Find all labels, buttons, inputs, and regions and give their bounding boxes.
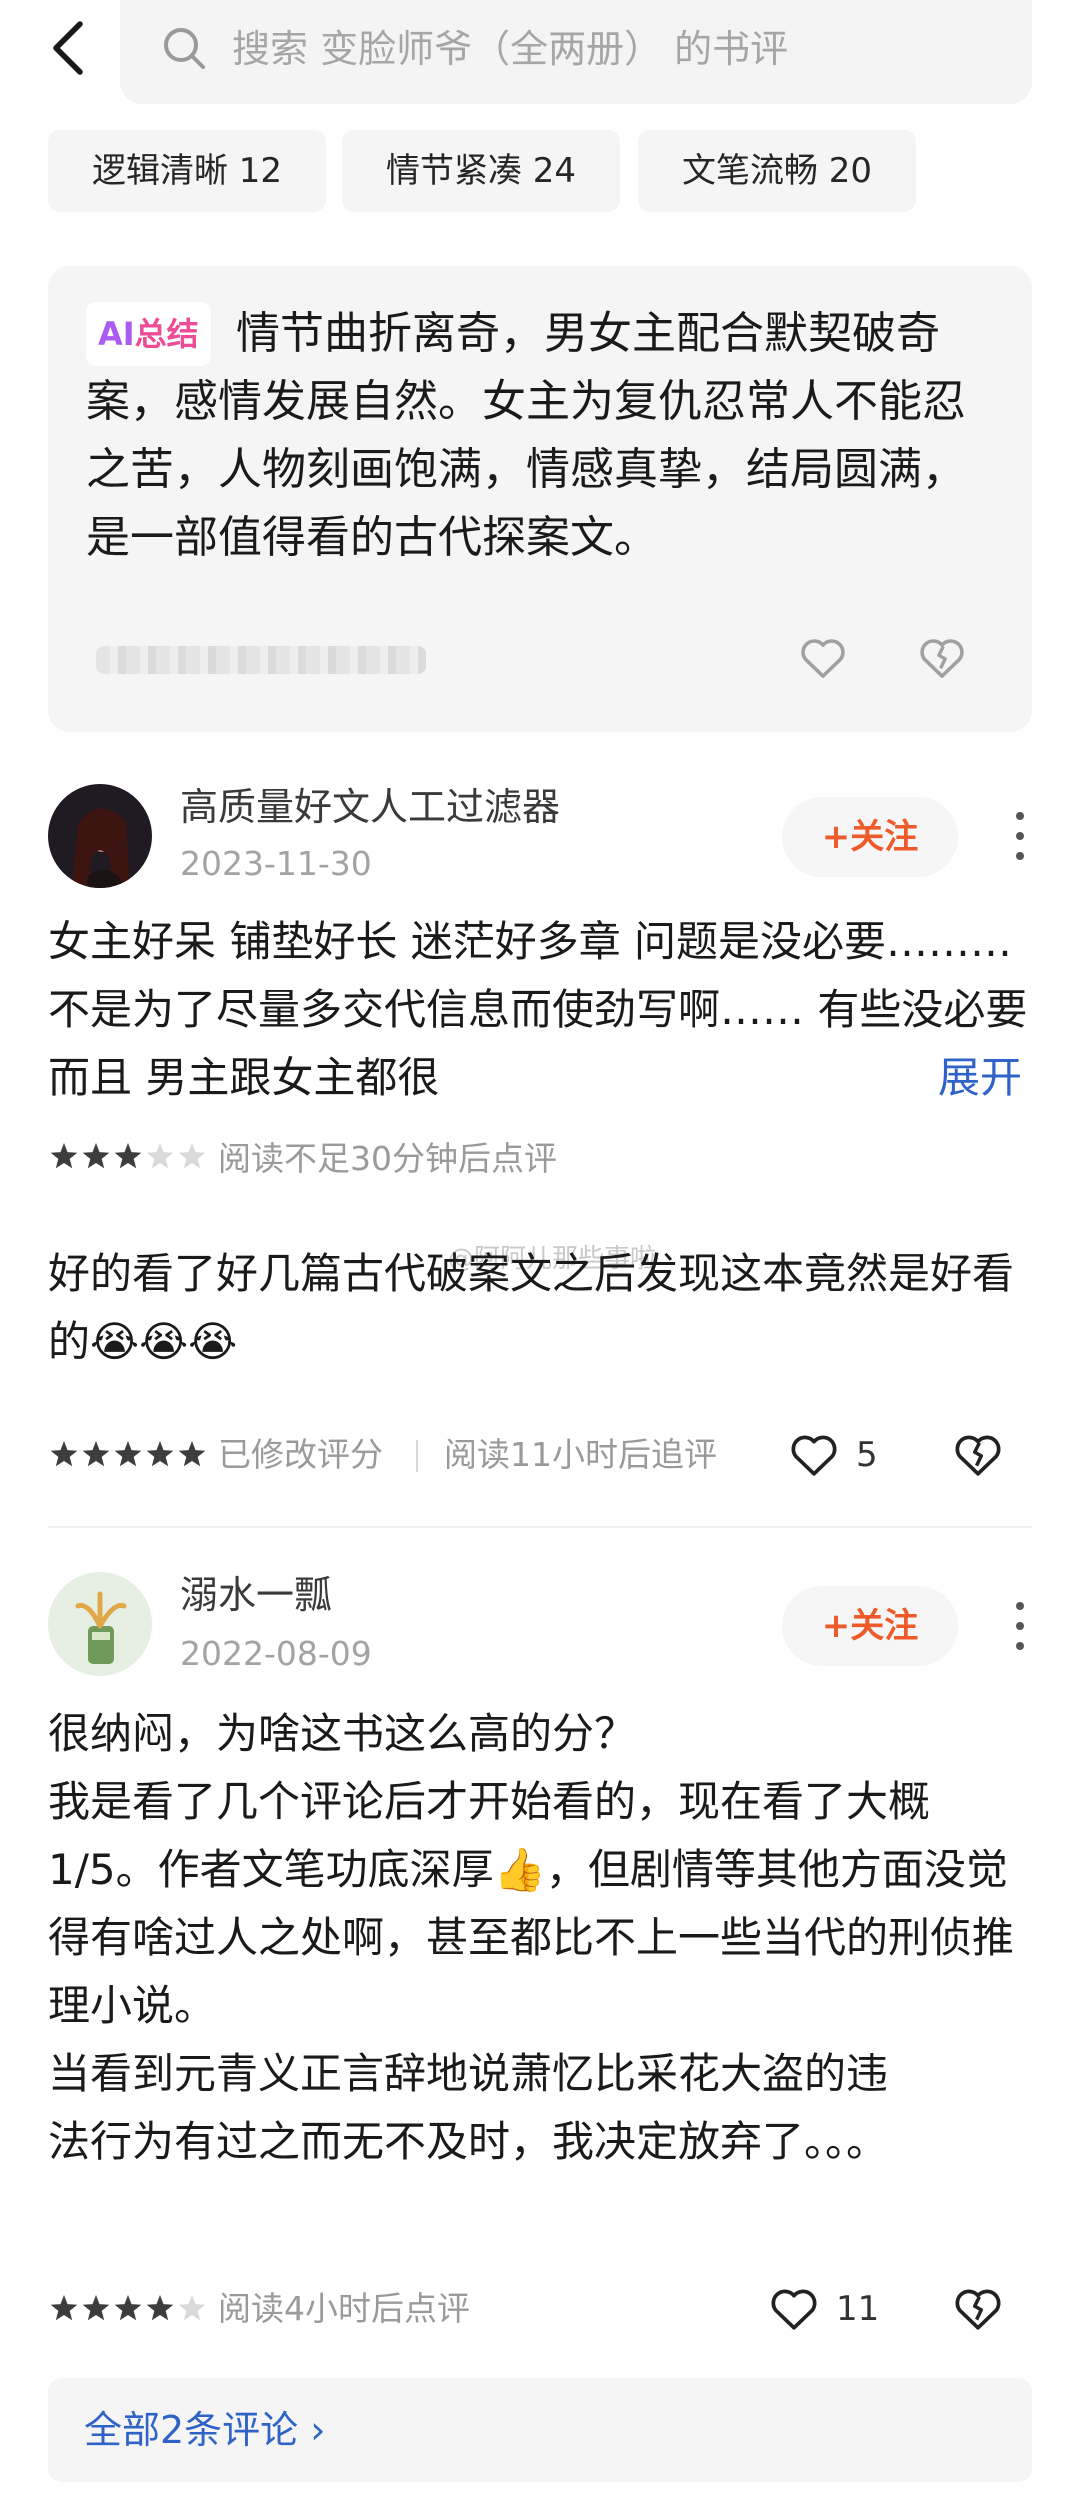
star-rating <box>48 2292 208 2330</box>
all-comments-label[interactable]: 全部2条评论 › <box>84 2404 325 2456</box>
crying-emoji: 😭😭😭 <box>90 1317 238 1366</box>
more-options-icon[interactable] <box>1010 806 1030 866</box>
search-icon <box>160 24 208 72</box>
star-filled-icon <box>50 2295 78 2321</box>
ai-dislike-broken-heart-icon[interactable] <box>914 630 970 684</box>
star-rating-icons <box>50 1143 206 1169</box>
star-filled-icon <box>146 2295 174 2321</box>
star-rating-icons <box>50 2295 206 2321</box>
followup-star-rating <box>48 1438 208 1476</box>
star-filled-icon <box>50 1143 78 1169</box>
ai-badge-summary: 总结 <box>134 315 199 353</box>
meta-divider <box>416 1440 418 1472</box>
review-username[interactable]: 溺水一瓢 <box>180 1572 332 1618</box>
like-heart-icon[interactable] <box>786 1426 842 1482</box>
rating-modified-note: 已修改评分 <box>218 1435 383 1474</box>
star-filled-icon <box>146 1441 174 1467</box>
search-placeholder: 搜索 变脸师爷（全两册） 的书评 <box>232 27 789 71</box>
review-body-line: 我是看了几个评论后才开始看的，现在看了大概1/5。作者文笔功底深厚👍，但剧情等其… <box>48 1777 1015 2030</box>
star-filled-icon <box>114 1441 142 1467</box>
follow-button[interactable]: +关注 <box>782 1586 958 1666</box>
review-body-line: 当看到元青义正言辞地说萧忆比采花大盗的违法行为有过之而无不及时，我决定放弃了。。… <box>48 2049 889 2166</box>
like-count: 11 <box>836 2289 880 2329</box>
tag-logic[interactable]: 逻辑清晰 12 <box>48 130 326 212</box>
followup-review-text: 好的看了好几篇古代破案文之后发现这本竟然是好看的😭😭😭 <box>48 1240 1032 1376</box>
star-empty-icon <box>178 1143 206 1169</box>
star-filled-icon <box>82 1441 110 1467</box>
back-button[interactable] <box>40 18 100 78</box>
review-date: 2022-08-09 <box>180 1634 372 1673</box>
star-empty-icon <box>146 1143 174 1169</box>
avatar[interactable] <box>48 784 152 888</box>
ai-badge-ai: AI <box>98 315 135 353</box>
star-filled-icon <box>114 2295 142 2321</box>
avatar[interactable] <box>48 1572 152 1676</box>
star-filled-icon <box>82 1143 110 1169</box>
tag-writing[interactable]: 文笔流畅 20 <box>638 130 916 212</box>
dislike-broken-heart-icon[interactable] <box>950 1426 1006 1482</box>
followup-read-note: 阅读11小时后追评 <box>444 1435 717 1474</box>
star-rating <box>48 1140 208 1178</box>
ai-summary-source-blurred <box>96 646 426 674</box>
star-filled-icon <box>82 2295 110 2321</box>
review-divider <box>48 1526 1032 1528</box>
star-filled-icon <box>178 1441 206 1467</box>
like-count: 5 <box>856 1435 878 1475</box>
chevron-left-icon <box>53 21 83 75</box>
star-rating-icons <box>50 1441 206 1467</box>
like-heart-icon[interactable] <box>766 2280 822 2336</box>
ai-like-heart-icon[interactable] <box>796 630 850 684</box>
ai-summary-badge: AI总结 <box>86 302 211 366</box>
tag-plot[interactable]: 情节紧凑 24 <box>342 130 620 212</box>
dislike-broken-heart-icon[interactable] <box>950 2280 1006 2336</box>
review-body-line: 很纳闷，为啥这书这么高的分？ <box>48 1709 637 1758</box>
star-empty-icon <box>178 2295 206 2321</box>
ai-summary-text: 情节曲折离奇，男女主配合默契破奇案，感情发展自然。女主为复仇忍常人不能忍之苦，人… <box>86 308 966 563</box>
review-date: 2023-11-30 <box>180 844 372 883</box>
more-options-icon[interactable] <box>1010 1596 1030 1656</box>
follow-button[interactable]: +关注 <box>782 797 958 877</box>
star-filled-icon <box>114 1143 142 1169</box>
review-username[interactable]: 高质量好文人工过滤器 <box>180 784 560 830</box>
read-note: 阅读4小时后点评 <box>218 2289 470 2328</box>
expand-link[interactable]: 展开 <box>938 1044 1022 1112</box>
review-body: 很纳闷，为啥这书这么高的分？ 我是看了几个评论后才开始看的，现在看了大概1/5。… <box>48 1700 1032 2176</box>
read-note: 阅读不足30分钟后点评 <box>218 1139 557 1178</box>
star-filled-icon <box>50 1441 78 1467</box>
